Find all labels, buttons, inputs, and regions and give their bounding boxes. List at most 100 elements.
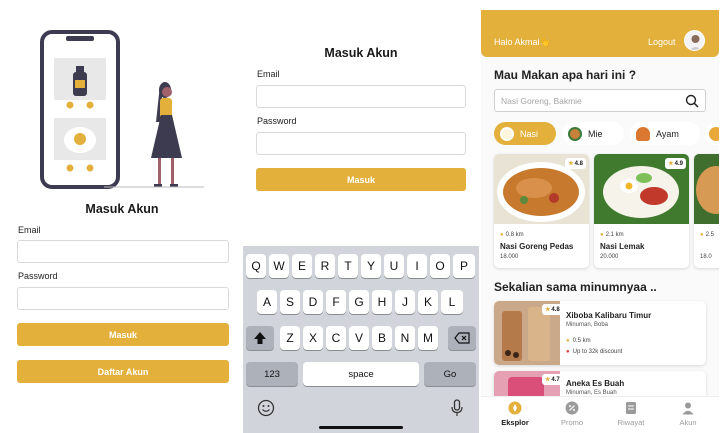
register-button[interactable]: Daftar Akun xyxy=(17,360,229,383)
key-k[interactable]: K xyxy=(418,290,438,314)
user-avatar-icon xyxy=(689,35,702,50)
distance-text: ● 0.5 km xyxy=(566,338,591,344)
emoji-icon[interactable] xyxy=(257,399,275,417)
nav-item-promo[interactable]: Promo xyxy=(547,401,597,427)
page-title: Masuk Akun xyxy=(85,202,159,216)
key-q[interactable]: Q xyxy=(246,254,266,278)
food-card[interactable]: ★ 4.8 ● 0.8 km Nasi Goreng Pedas 18.000 xyxy=(494,154,589,268)
email-label: Email xyxy=(257,69,280,79)
category-label: Mie xyxy=(588,128,603,139)
category-chip-more[interactable] xyxy=(705,122,719,145)
key-w[interactable]: W xyxy=(269,254,289,278)
category-chip-mie[interactable]: Mie xyxy=(562,122,624,145)
star-icon: ★ xyxy=(545,377,551,383)
location-pin-icon: ● xyxy=(600,232,604,238)
key-v[interactable]: V xyxy=(349,326,369,350)
distance-text: ● 2.5 xyxy=(700,232,714,238)
drink-name: Aneka Es Buah xyxy=(566,379,625,388)
password-field[interactable] xyxy=(256,132,466,155)
header-bar: Halo Akmal👋 Logout xyxy=(481,10,719,57)
chicken-icon xyxy=(636,126,650,141)
email-field[interactable] xyxy=(256,85,466,108)
login-illustration xyxy=(40,30,204,189)
rating-badge: ★ 4.7 xyxy=(542,374,563,385)
food-card[interactable]: ● 2.5 18.0 xyxy=(694,154,719,268)
food-price: 18.0 xyxy=(700,254,712,260)
food-price: 18.000 xyxy=(500,254,519,260)
backspace-key[interactable] xyxy=(448,326,476,350)
key-d[interactable]: D xyxy=(303,290,323,314)
category-label: Nasi xyxy=(520,128,539,139)
food-price: 20.000 xyxy=(600,254,619,260)
food-image xyxy=(694,154,719,224)
star-icon: ★ xyxy=(545,307,551,313)
shift-icon xyxy=(254,332,266,344)
rice-icon xyxy=(500,126,514,141)
nav-item-riwayat[interactable]: Riwayat xyxy=(606,401,656,427)
avatar[interactable] xyxy=(684,30,705,51)
search-placeholder: Nasi Goreng, Bakmie xyxy=(501,96,582,106)
onscreen-keyboard: Q W E R T Y U I O P A S D F G H J K L Z … xyxy=(243,246,479,433)
numbers-key[interactable]: 123 xyxy=(246,362,298,386)
key-u[interactable]: U xyxy=(384,254,404,278)
key-y[interactable]: Y xyxy=(361,254,381,278)
section-title: Mau Makan apa hari ini ? xyxy=(494,68,637,82)
key-b[interactable]: B xyxy=(372,326,392,350)
section-title: Sekalian sama minumnyaa .. xyxy=(494,280,657,294)
go-key[interactable]: Go xyxy=(424,362,476,386)
key-f[interactable]: F xyxy=(326,290,346,314)
history-icon xyxy=(626,402,636,414)
logout-link[interactable]: Logout xyxy=(648,37,676,47)
drink-card[interactable]: ★ 4.8 Xiboba Kalibaru Timur Minuman, Boba… xyxy=(494,301,706,365)
key-i[interactable]: I xyxy=(407,254,427,278)
food-icon xyxy=(709,126,719,141)
food-card[interactable]: ★ 4.9 ● 2.1 km Nasi Lemak 20.000 xyxy=(594,154,689,268)
food-name: Nasi Goreng Pedas xyxy=(500,242,574,251)
key-o[interactable]: O xyxy=(430,254,450,278)
key-n[interactable]: N xyxy=(395,326,415,350)
key-e[interactable]: E xyxy=(292,254,312,278)
noodle-icon xyxy=(568,126,582,141)
key-r[interactable]: R xyxy=(315,254,335,278)
bottom-navigation: Eksplor Promo Riwayat Akun xyxy=(481,396,719,433)
login-button[interactable]: Masuk xyxy=(17,323,229,346)
location-pin-icon: ● xyxy=(566,338,570,344)
promo-icon xyxy=(565,401,579,415)
category-chip-ayam[interactable]: Ayam xyxy=(630,122,700,145)
login-screen-illustrated: Masuk Akun Email Password Masuk Daftar A… xyxy=(4,10,240,433)
key-t[interactable]: T xyxy=(338,254,358,278)
microphone-icon[interactable] xyxy=(450,399,464,417)
category-chip-nasi[interactable]: Nasi xyxy=(494,122,556,145)
drink-name: Xiboba Kalibaru Timur xyxy=(566,311,652,320)
email-field[interactable] xyxy=(17,240,229,263)
login-button[interactable]: Masuk xyxy=(256,168,466,191)
password-label: Password xyxy=(257,116,297,126)
key-c[interactable]: C xyxy=(326,326,346,350)
promo-text: ● Up to 32k discount xyxy=(566,349,623,355)
key-p[interactable]: P xyxy=(453,254,475,278)
key-z[interactable]: Z xyxy=(280,326,300,350)
compass-icon xyxy=(508,401,522,415)
search-input[interactable]: Nasi Goreng, Bakmie xyxy=(494,89,706,112)
shift-key[interactable] xyxy=(246,326,274,350)
nav-item-eksplor[interactable]: Eksplor xyxy=(490,401,540,427)
email-label: Email xyxy=(18,225,41,235)
rating-badge: ★ 4.9 xyxy=(665,158,686,169)
key-g[interactable]: G xyxy=(349,290,369,314)
nav-item-akun[interactable]: Akun xyxy=(663,401,713,427)
food-name: Nasi Lemak xyxy=(600,242,645,251)
key-l[interactable]: L xyxy=(441,290,463,314)
password-field[interactable] xyxy=(17,287,229,310)
star-icon: ★ xyxy=(568,161,574,167)
key-m[interactable]: M xyxy=(418,326,438,350)
search-icon[interactable] xyxy=(685,94,699,108)
key-a[interactable]: A xyxy=(257,290,277,314)
space-key[interactable]: space xyxy=(303,362,419,386)
key-h[interactable]: H xyxy=(372,290,392,314)
key-s[interactable]: S xyxy=(280,290,300,314)
login-screen-keyboard: Masuk Akun Email Password Masuk Q W E R … xyxy=(243,10,479,433)
key-j[interactable]: J xyxy=(395,290,415,314)
key-x[interactable]: X xyxy=(303,326,323,350)
page-title: Masuk Akun xyxy=(324,46,398,60)
location-pin-icon: ● xyxy=(500,232,504,238)
